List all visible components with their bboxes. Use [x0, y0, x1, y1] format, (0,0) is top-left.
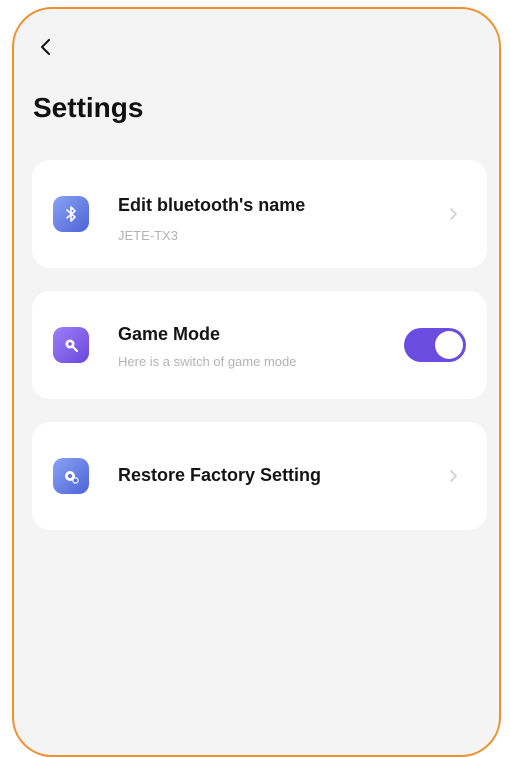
restore-settings-icon	[53, 458, 89, 494]
restore-factory-label: Restore Factory Setting	[118, 465, 322, 485]
game-mode-toggle[interactable]	[404, 328, 466, 362]
bluetooth-name-label: Edit bluetooth's name	[118, 195, 306, 215]
bluetooth-name-value: JETE-TX3	[118, 228, 178, 243]
toggle-knob	[435, 331, 463, 359]
chevron-right-icon	[443, 466, 463, 486]
chevron-right-icon	[443, 204, 463, 224]
page-title: Settings	[33, 92, 144, 123]
chevron-left-icon	[41, 39, 50, 55]
edit-bluetooth-name-row[interactable]: Edit bluetooth's name JETE-TX3	[32, 160, 487, 268]
game-mode-icon	[53, 327, 89, 363]
restore-factory-setting-row[interactable]: Restore Factory Setting	[32, 422, 487, 530]
game-mode-label: Game Mode	[118, 324, 221, 344]
back-button[interactable]	[34, 35, 58, 59]
game-mode-row: Game Mode Here is a switch of game mode	[32, 291, 487, 399]
bluetooth-icon	[53, 196, 89, 232]
game-mode-description: Here is a switch of game mode	[118, 354, 297, 369]
phone-frame: Settings Edit bluetooth's name JETE-TX3 …	[12, 7, 501, 757]
